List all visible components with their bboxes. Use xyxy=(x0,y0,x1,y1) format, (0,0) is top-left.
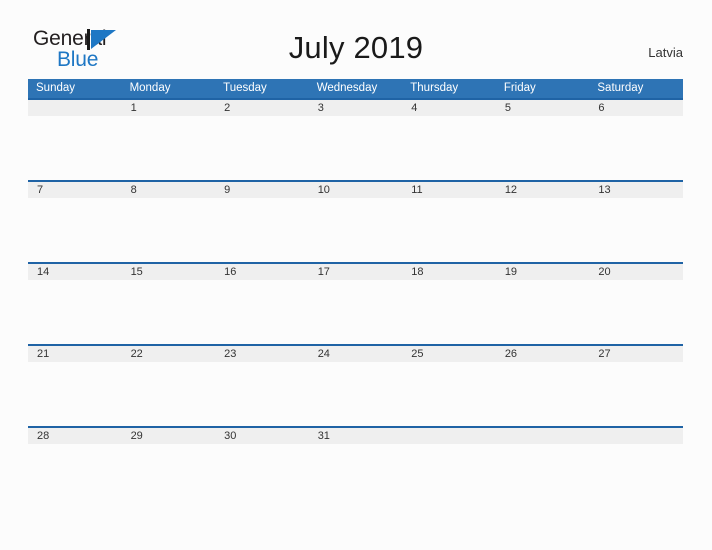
day-content-cell[interactable] xyxy=(215,444,309,508)
day-number-cell[interactable]: 23 xyxy=(215,344,309,362)
day-content-cell[interactable] xyxy=(496,444,590,508)
day-content-cell[interactable] xyxy=(309,362,403,427)
day-content-cell[interactable] xyxy=(589,116,683,181)
day-number-cell[interactable]: 17 xyxy=(308,262,403,280)
day-number-cell[interactable]: 21 xyxy=(28,344,122,362)
day-number-cell[interactable] xyxy=(28,98,122,116)
day-content-cell[interactable] xyxy=(28,198,122,263)
day-content-cell[interactable] xyxy=(215,116,309,181)
weekday-header-thursday: Thursday xyxy=(402,79,496,99)
day-content-cell[interactable] xyxy=(122,362,216,427)
day-content-cell[interactable] xyxy=(122,444,216,508)
week-5-date-row: 28 29 30 31 xyxy=(28,426,683,444)
day-content-cell[interactable] xyxy=(402,444,496,508)
day-number-cell[interactable]: 19 xyxy=(495,262,590,280)
day-number-cell[interactable]: 27 xyxy=(589,344,683,362)
day-content-cell[interactable] xyxy=(28,116,122,181)
weekday-header-saturday: Saturday xyxy=(589,79,683,99)
day-content-cell[interactable] xyxy=(309,280,403,345)
day-content-cell[interactable] xyxy=(309,198,403,263)
day-content-cell[interactable] xyxy=(215,198,309,263)
day-number-cell[interactable]: 14 xyxy=(28,262,122,280)
week-4-content-row xyxy=(28,362,683,427)
calendar-page: General Blue July 2019 Latvia Sunday Mon… xyxy=(0,0,712,550)
month-calendar: Sunday Monday Tuesday Wednesday Thursday… xyxy=(28,79,683,508)
day-content-cell[interactable] xyxy=(122,116,216,181)
day-number-cell[interactable]: 7 xyxy=(28,180,122,198)
day-content-cell[interactable] xyxy=(122,198,216,263)
week-1-date-row: 1 2 3 4 5 6 xyxy=(28,98,683,116)
day-content-cell[interactable] xyxy=(402,116,496,181)
week-5-content-row xyxy=(28,444,683,508)
week-3-content-row xyxy=(28,280,683,345)
day-number-cell[interactable]: 29 xyxy=(121,426,216,444)
day-number-cell[interactable]: 5 xyxy=(495,98,590,116)
day-content-cell[interactable] xyxy=(28,444,122,508)
day-content-cell[interactable] xyxy=(496,198,590,263)
weekday-header-sunday: Sunday xyxy=(28,79,122,99)
day-content-cell[interactable] xyxy=(215,280,309,345)
day-number-cell[interactable]: 15 xyxy=(121,262,216,280)
day-content-cell[interactable] xyxy=(589,362,683,427)
weekday-header-tuesday: Tuesday xyxy=(215,79,309,99)
day-number-cell[interactable]: 12 xyxy=(495,180,590,198)
day-number-cell[interactable]: 22 xyxy=(121,344,216,362)
calendar-body: 1 2 3 4 5 6 7 8 9 10 11 12 13 14 15 16 1… xyxy=(28,98,683,508)
day-content-cell[interactable] xyxy=(589,444,683,508)
week-2-date-row: 7 8 9 10 11 12 13 xyxy=(28,180,683,198)
weekday-header-monday: Monday xyxy=(121,79,216,99)
day-number-cell[interactable] xyxy=(402,426,496,444)
day-number-cell[interactable]: 16 xyxy=(215,262,309,280)
week-4-date-row: 21 22 23 24 25 26 27 xyxy=(28,344,683,362)
day-content-cell[interactable] xyxy=(122,280,216,345)
day-content-cell[interactable] xyxy=(402,198,496,263)
day-content-cell[interactable] xyxy=(589,198,683,263)
day-content-cell[interactable] xyxy=(496,362,590,427)
page-header: General Blue July 2019 Latvia xyxy=(0,0,712,78)
day-number-cell[interactable] xyxy=(495,426,590,444)
day-content-cell[interactable] xyxy=(215,362,309,427)
week-2-content-row xyxy=(28,198,683,263)
day-number-cell[interactable]: 20 xyxy=(589,262,683,280)
day-content-cell[interactable] xyxy=(589,280,683,345)
page-title: July 2019 xyxy=(288,30,424,65)
day-number-cell[interactable]: 24 xyxy=(308,344,403,362)
day-content-cell[interactable] xyxy=(309,116,403,181)
day-number-cell[interactable]: 18 xyxy=(402,262,496,280)
day-number-cell[interactable]: 8 xyxy=(121,180,216,198)
week-1-content-row xyxy=(28,116,683,181)
day-number-cell[interactable]: 30 xyxy=(215,426,309,444)
day-content-cell[interactable] xyxy=(28,280,122,345)
day-content-cell[interactable] xyxy=(28,362,122,427)
day-number-cell[interactable]: 25 xyxy=(402,344,496,362)
day-number-cell[interactable]: 31 xyxy=(308,426,403,444)
day-content-cell[interactable] xyxy=(496,116,590,181)
day-number-cell[interactable]: 11 xyxy=(402,180,496,198)
day-content-cell[interactable] xyxy=(309,444,403,508)
day-number-cell[interactable]: 2 xyxy=(215,98,309,116)
day-number-cell[interactable]: 28 xyxy=(28,426,122,444)
day-number-cell[interactable]: 10 xyxy=(308,180,403,198)
day-number-cell[interactable]: 13 xyxy=(589,180,683,198)
weekday-header-wednesday: Wednesday xyxy=(308,79,403,99)
weekday-header-friday: Friday xyxy=(495,79,590,99)
day-number-cell[interactable]: 26 xyxy=(495,344,590,362)
day-content-cell[interactable] xyxy=(402,362,496,427)
week-3-date-row: 14 15 16 17 18 19 20 xyxy=(28,262,683,280)
calendar-header-row: Sunday Monday Tuesday Wednesday Thursday… xyxy=(28,79,683,99)
day-content-cell[interactable] xyxy=(496,280,590,345)
day-content-cell[interactable] xyxy=(402,280,496,345)
day-number-cell[interactable]: 6 xyxy=(589,98,683,116)
day-number-cell[interactable] xyxy=(589,426,683,444)
country-label: Latvia xyxy=(648,45,683,60)
day-number-cell[interactable]: 1 xyxy=(121,98,216,116)
day-number-cell[interactable]: 4 xyxy=(402,98,496,116)
day-number-cell[interactable]: 9 xyxy=(215,180,309,198)
day-number-cell[interactable]: 3 xyxy=(308,98,403,116)
